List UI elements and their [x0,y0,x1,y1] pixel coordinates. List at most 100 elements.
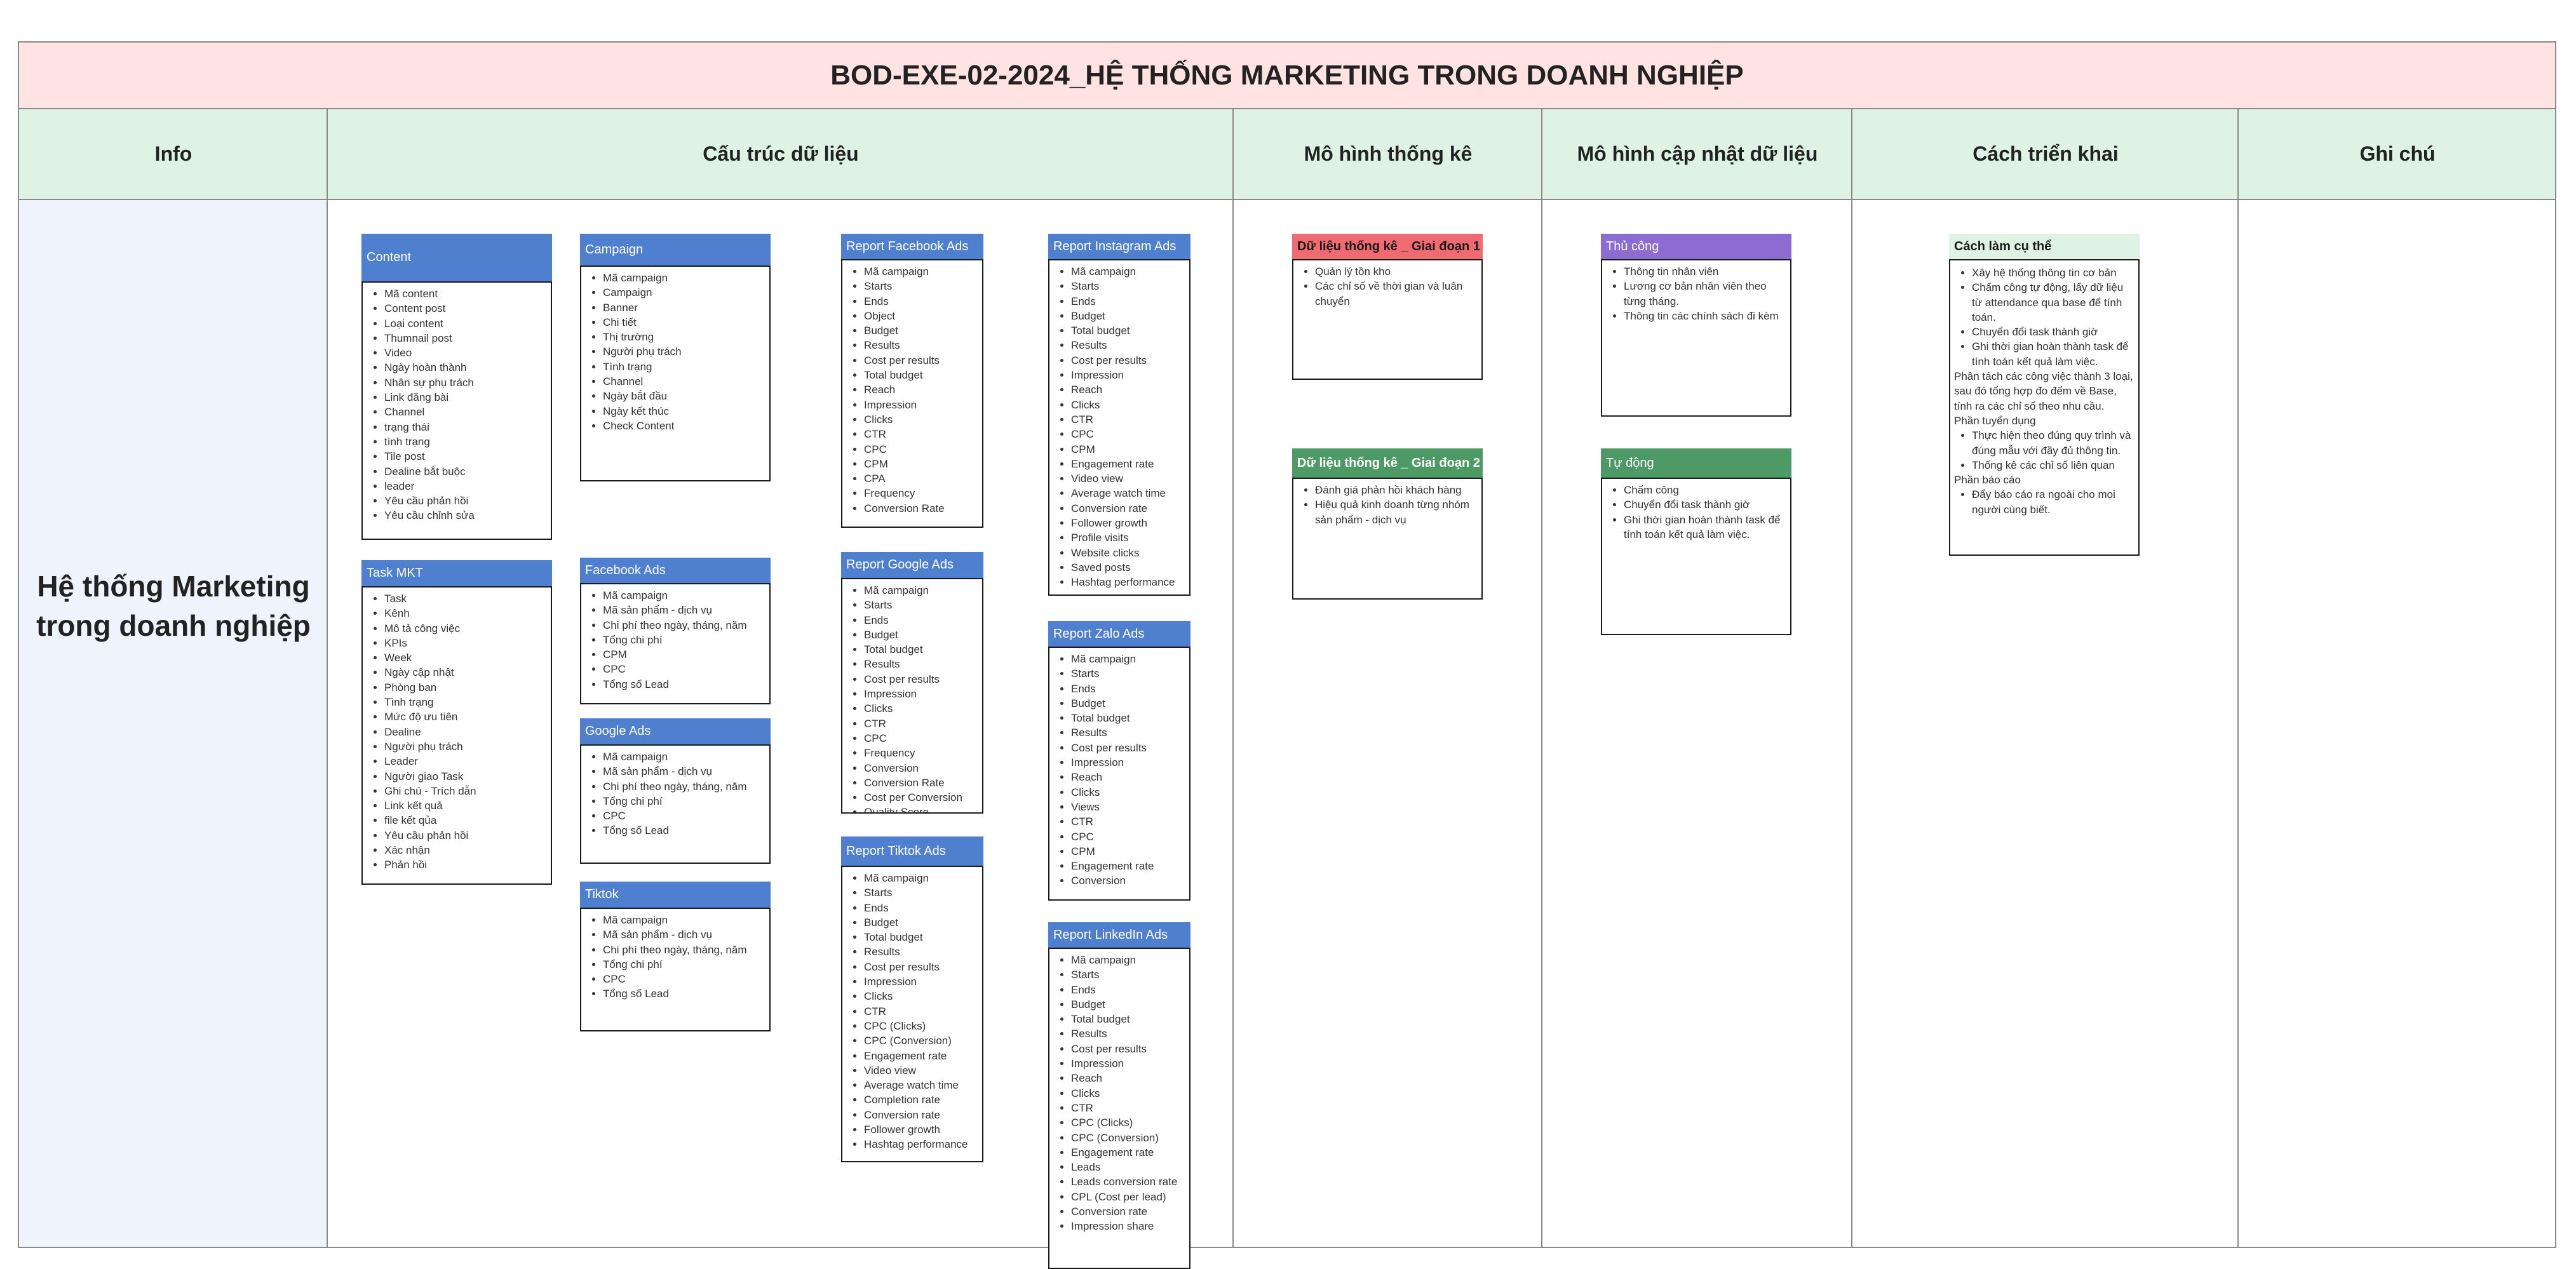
list-item: Mã sản phẩm - dịch vụ [603,764,765,779]
list-item: Frequency [864,486,978,500]
list-item: Results [864,338,978,352]
list-item: Ngày cập nhật [384,665,547,680]
list-item: Thông tin nhân viên [1624,264,1786,279]
list-item: Tổng số Lead [603,823,765,838]
list-item: Ghi thời gian hoàn thành task để tính to… [1624,513,1786,542]
list-item: Ends [1071,983,1185,997]
list-item: Mã sản phẩm - dịch vụ [603,927,765,942]
list-item: Total budget [864,368,978,382]
list-item: Ends [864,613,978,628]
tiktok-table-fields: Mã campaignMã sản phẩm - dịch vụChi phí … [580,908,771,1031]
board-title: BOD-EXE-02-2024_HỆ THỐNG MARKETING TRONG… [19,43,2555,109]
list-item: Dealine bắt buộc [384,464,547,479]
facebook-ads-table-title: Facebook Ads [580,558,771,583]
header-update-model: Mô hình cập nhật dữ liệu [1577,142,1818,165]
list-item: Content post [384,301,547,316]
list-item: Loại content [384,316,547,331]
list-item: Hashtag performance [864,1137,978,1152]
list-item: Yêu cầu phản hồi [384,493,547,508]
list-item: CPC [603,809,765,823]
campaign-table-fields: Mã campaignCampaignBannerChi tiếtThị trư… [580,265,771,481]
howto-box: Cách làm cụ thể Xây hệ thống thông tin c… [1949,234,2140,556]
list-item: Chi phí theo ngày, tháng, năm [603,779,765,794]
list-item: Results [1071,338,1185,352]
list-item: Thực hiện theo đúng quy trình và đúng mẫ… [1972,428,2134,458]
list-item: Results [1071,1026,1185,1041]
automatic-update-title: Tự động [1601,448,1791,478]
report-zalo-table: Report Zalo Ads Mã campaignStartsEndsBud… [1048,621,1190,901]
list-item: Budget [864,915,978,930]
report-facebook-table-title: Report Facebook Ads [841,234,983,259]
info-label: Hệ thống Marketing trong doanh nghiệp [36,570,311,642]
list-item: Người phụ trách [384,739,547,754]
list-item: CPM [603,647,765,662]
list-item: Thống kê các chỉ số liên quan [1972,458,2134,473]
list-item: Budget [1071,696,1185,711]
list-item: Conversion rate [1071,501,1185,516]
field-list: Mã campaignStartsEndsBudgetTotal budgetR… [842,579,982,812]
report-facebook-table-fields: Mã campaignStartsEndsObjectBudgetResults… [841,259,983,528]
list-item: Ends [864,901,978,915]
list-item: Cost per results [1071,1042,1185,1056]
list-item: CPC [1071,829,1185,844]
list-item: Impression [1071,755,1185,770]
list-item: Mã campaign [1071,264,1185,279]
list-item: Tổng chi phí [603,957,765,972]
list-item: CTR [1071,1101,1185,1115]
field-list: Mã campaignStartsEndsBudgetTotal budgetR… [842,867,982,1152]
google-ads-table-title: Google Ads [580,718,771,744]
task-mkt-table-fields: TaskKênhMô tả công việcKPIsWeekNgày cập … [361,586,552,885]
list-item: Chấm công [1624,483,1786,497]
list-item: Mã content [384,286,547,301]
list-item: Clicks [864,412,978,427]
list-item: Tổng chi phí [603,794,765,809]
list-item: Campaign [603,285,765,300]
list-item: CPC (Clicks) [864,1019,978,1033]
list-item: Engagement rate [1071,859,1185,873]
list-item: Link đăng bài [384,390,547,405]
list-item: Tổng chi phí [603,633,765,647]
list-item: Chấm công tự động, lấy dữ liệu từ attend… [1972,280,2134,325]
report-google-table-title: Report Google Ads [841,552,983,578]
list-item: Impression [1071,1056,1185,1071]
list-item: Tình trạng [384,695,547,709]
header-stats-model: Mô hình thống kê [1304,142,1473,165]
list-item: file kết qủa [384,813,547,828]
list-item: Mô tả công việc [384,621,547,636]
report-instagram-table-title: Report Instagram Ads [1048,234,1190,259]
list-item: Task [384,591,547,606]
howto-title: Cách làm cụ thể [1949,234,2140,259]
list-item: Starts [1071,666,1185,681]
howto-recruit-list: Thực hiện theo đúng quy trình và đúng mẫ… [1950,428,2138,473]
howto-section-label: Phần tuyển dụng [1954,414,2036,427]
list-item: Follower growth [864,1122,978,1137]
list-item: Video view [1071,471,1185,486]
list-item: Total budget [1071,323,1185,338]
list-item: Chi phí theo ngày, tháng, năm [603,943,765,957]
list-item: Ngày hoàn thành [384,360,547,375]
list-item: Cost per results [864,353,978,368]
howto-report-list: Đẩy báo cáo ra ngoài cho mọi người cùng … [1950,487,2138,517]
report-zalo-table-title: Report Zalo Ads [1048,621,1190,647]
field-list: Mã campaignCampaignBannerChi tiếtThị trư… [581,267,769,433]
list-item: Đẩy báo cáo ra ngoài cho mọi người cùng … [1972,487,2134,517]
list-item: CPA [864,471,978,486]
list-item: Conversion rate [1071,1204,1185,1219]
report-google-table: Report Google Ads Mã campaignStartsEndsB… [841,552,983,814]
list-item: CPC (Conversion) [864,1033,978,1048]
list-item: Mã campaign [864,264,978,279]
list-item: Follower growth [1071,516,1185,530]
list-item: Quản lý tồn kho [1315,264,1478,279]
stats-phase2-box: Dữ liệu thống kê _ Giai đoạn 2 Đánh giá … [1292,448,1483,600]
list-item: Cost per results [1071,741,1185,755]
list-item: CPM [864,457,978,471]
list-item: Thumnail post [384,331,547,346]
list-item: Người giao Task [384,769,547,784]
list-item: Leads conversion rate [1071,1174,1185,1189]
item-list: Chấm côngChuyển đổi task thành giờGhi th… [1602,479,1790,542]
list-item: Hashtag performance [1071,575,1185,589]
list-item: Conversion Rate [864,775,978,790]
info-column [19,200,328,1247]
list-item: Các chỉ số về thời gian và luân chuyển [1315,279,1478,309]
list-item: CPC (Conversion) [1071,1131,1185,1145]
